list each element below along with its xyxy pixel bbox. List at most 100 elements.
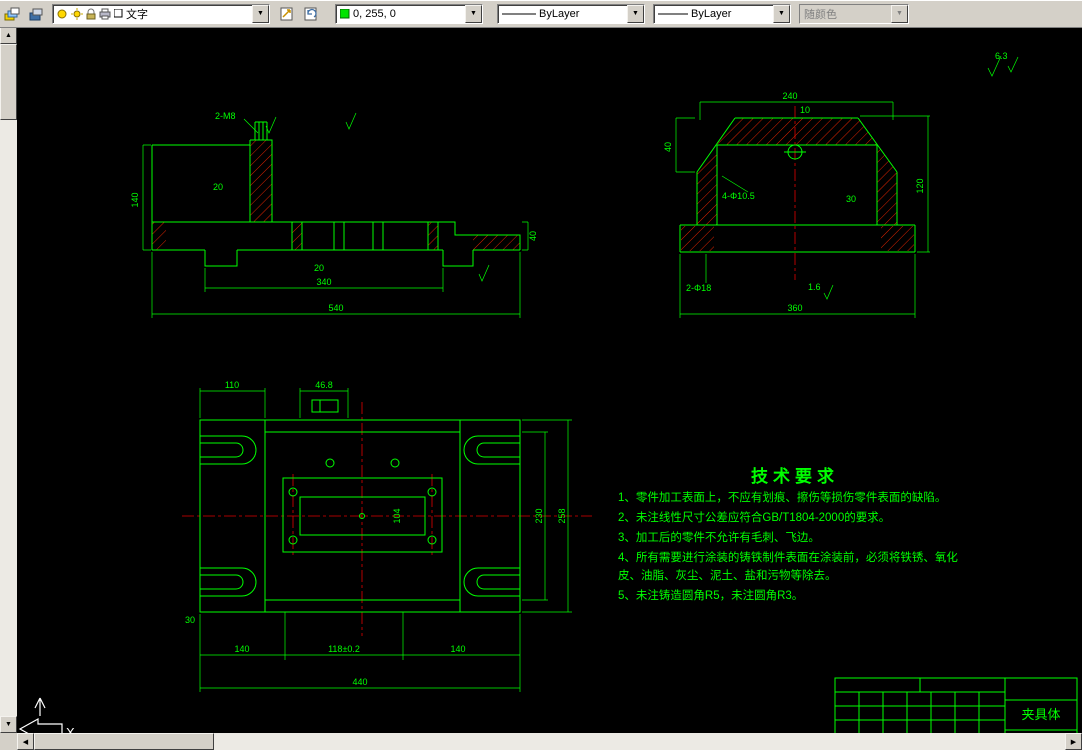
object-properties-toolbar: 文字 ▼ 0, 255, 0 ▼ ByLayer ▼ ByLayer ▼ 随颜色… [0, 0, 1082, 28]
dim-340: 340 [316, 277, 331, 287]
plotstyle-combo-dropdown-button: ▼ [891, 4, 908, 23]
layer-properties-manager-icon [4, 7, 20, 20]
tech-requirement-item: 3、加工后的零件不允许有毛刺、飞边。 [618, 532, 820, 544]
drawing-canvas[interactable]: 2-M8 20 140 20 340 540 40 240 10 40 120 … [0, 0, 1082, 750]
dim-30-plan: 30 [185, 615, 195, 625]
dim-holes-bottom: 2-Φ18 [686, 283, 711, 293]
dim-104: 104 [392, 508, 402, 523]
dim-46-8: 46.8 [315, 380, 333, 390]
dim-40-side: 40 [663, 142, 673, 152]
chevron-down-icon: ▼ [896, 10, 903, 17]
layer-previous-button[interactable] [300, 3, 322, 25]
horizontal-scroll-thumb[interactable] [34, 733, 214, 750]
scroll-up-button[interactable]: ▲ [0, 27, 17, 44]
lineweight-sample-icon [658, 13, 688, 14]
sun-icon [71, 7, 83, 20]
bulb-icon [57, 9, 67, 18]
color-combo-value: 0, 255, 0 [353, 7, 396, 20]
dim-258: 258 [557, 508, 567, 523]
chevron-down-icon: ▼ [632, 10, 639, 17]
dim-360: 360 [787, 303, 802, 313]
drawing-svg: 2-M8 20 140 20 340 540 40 240 10 40 120 … [18, 51, 1078, 749]
plan-view: 110 46.8 230 258 30 140 118±0.2 140 440 … [182, 380, 592, 692]
technical-requirements-title: 技术要求 [751, 467, 839, 486]
chevron-down-icon: ▼ [470, 10, 477, 17]
dim-110: 110 [225, 380, 239, 390]
layer-combo-field[interactable]: 文字 [53, 5, 252, 23]
lineweight-combo: ByLayer ▼ [653, 3, 791, 24]
color-combo-dropdown-button[interactable]: ▼ [465, 4, 482, 23]
tech-requirement-item: 2、未注线性尺寸公差应符合GB/T1804-2000的要求。 [618, 512, 891, 524]
dim-140: 140 [130, 192, 140, 207]
vertical-scrollbar[interactable]: ▲ ▼ [0, 27, 17, 733]
plotstyle-combo-field: 随颜色 [800, 4, 891, 23]
dim-140b: 140 [450, 644, 465, 654]
scroll-down-icon: ▼ [5, 721, 12, 728]
layer-states-icon [29, 8, 43, 20]
autocad-window: 2-M8 20 140 20 340 540 40 240 10 40 120 … [0, 0, 1082, 750]
layer-properties-manager-button[interactable] [1, 3, 23, 25]
color-combo: 0, 255, 0 ▼ [335, 3, 483, 24]
dim-40: 40 [528, 231, 538, 241]
linetype-combo-field[interactable]: ByLayer [498, 5, 627, 23]
surface-finish-note: 6.3 [987, 51, 1019, 77]
dim-10: 10 [800, 105, 810, 115]
tech-requirement-item: 4、所有需要进行涂装的铸铁制件表面在涂装前，必须将铁锈、氧化皮、油脂、灰尘、泥土… [618, 552, 958, 582]
side-section-view: 240 10 40 120 360 4-Φ10.5 30 2-Φ18 1.6 [663, 91, 930, 318]
make-object-layer-current-icon [280, 7, 293, 20]
horizontal-scrollbar[interactable]: ◀ ▶ [0, 733, 1082, 750]
plotstyle-combo: 随颜色 ▼ [799, 3, 909, 24]
front-view-geometry [151, 121, 521, 267]
scroll-left-icon: ◀ [22, 738, 29, 746]
layer-previous-icon [304, 7, 317, 20]
tech-requirement-item: 1、零件加工表面上，不应有划痕、擦伤等损伤零件表面的缺陷。 [618, 492, 947, 504]
dim-240: 240 [782, 91, 797, 101]
layer-combo-value: 文字 [126, 8, 148, 21]
make-object-layer-current-button[interactable] [276, 3, 298, 25]
front-view-dimension-lines [142, 112, 529, 318]
lineweight-combo-value: ByLayer [691, 7, 732, 20]
linetype-combo: ByLayer ▼ [497, 3, 645, 24]
linetype-combo-value: ByLayer [539, 7, 580, 20]
surface-finish-value: 6.3 [995, 51, 1008, 61]
lock-icon [86, 8, 96, 19]
part-name: 夹具体 [1021, 707, 1060, 722]
dim-holes-top: 4-Φ10.5 [722, 191, 755, 201]
dim-230: 230 [534, 508, 544, 523]
plan-view-centerlines [182, 402, 592, 636]
dim-118: 118±0.2 [328, 644, 360, 654]
dim-440: 440 [352, 677, 367, 687]
scrollbar-corner [0, 733, 17, 750]
layer-states-button[interactable] [25, 3, 47, 25]
plotstyle-combo-value: 随颜色 [804, 8, 837, 21]
linetype-combo-dropdown-button[interactable]: ▼ [627, 4, 644, 23]
color-combo-field[interactable]: 0, 255, 0 [336, 5, 465, 23]
front-section-view: 2-M8 20 140 20 340 540 40 [130, 111, 538, 318]
dim-thread: 2-M8 [215, 111, 236, 121]
dim-140a: 140 [234, 644, 249, 654]
scroll-left-button[interactable]: ◀ [17, 733, 34, 750]
scroll-down-button[interactable]: ▼ [0, 716, 17, 733]
lineweight-combo-dropdown-button[interactable]: ▼ [773, 4, 790, 23]
dim-20-wall: 20 [213, 182, 223, 192]
plan-view-dimension-lines [199, 388, 572, 692]
color-swatch-green [340, 8, 350, 18]
lineweight-combo-field[interactable]: ByLayer [654, 5, 773, 23]
scroll-right-icon: ▶ [1070, 738, 1077, 746]
dim-540: 540 [328, 303, 343, 313]
scroll-up-icon: ▲ [5, 32, 12, 39]
tech-requirement-item: 5、未注铸造圆角R5，未注圆角R3。 [618, 590, 804, 602]
dim-30-side: 30 [846, 194, 856, 204]
dim-120: 120 [915, 178, 925, 193]
vertical-scroll-thumb[interactable] [0, 44, 17, 120]
scroll-right-button[interactable]: ▶ [1065, 733, 1082, 750]
layer-color-swatch [114, 9, 123, 18]
printer-icon [99, 8, 111, 19]
chevron-down-icon: ▼ [778, 10, 785, 17]
layer-combo-dropdown-button[interactable]: ▼ [252, 4, 269, 23]
dim-20-slot: 20 [314, 263, 324, 273]
plan-view-geometry [199, 399, 521, 613]
chevron-down-icon: ▼ [257, 10, 264, 17]
layer-combo: 文字 ▼ [52, 3, 270, 24]
linetype-sample-icon [502, 13, 536, 14]
